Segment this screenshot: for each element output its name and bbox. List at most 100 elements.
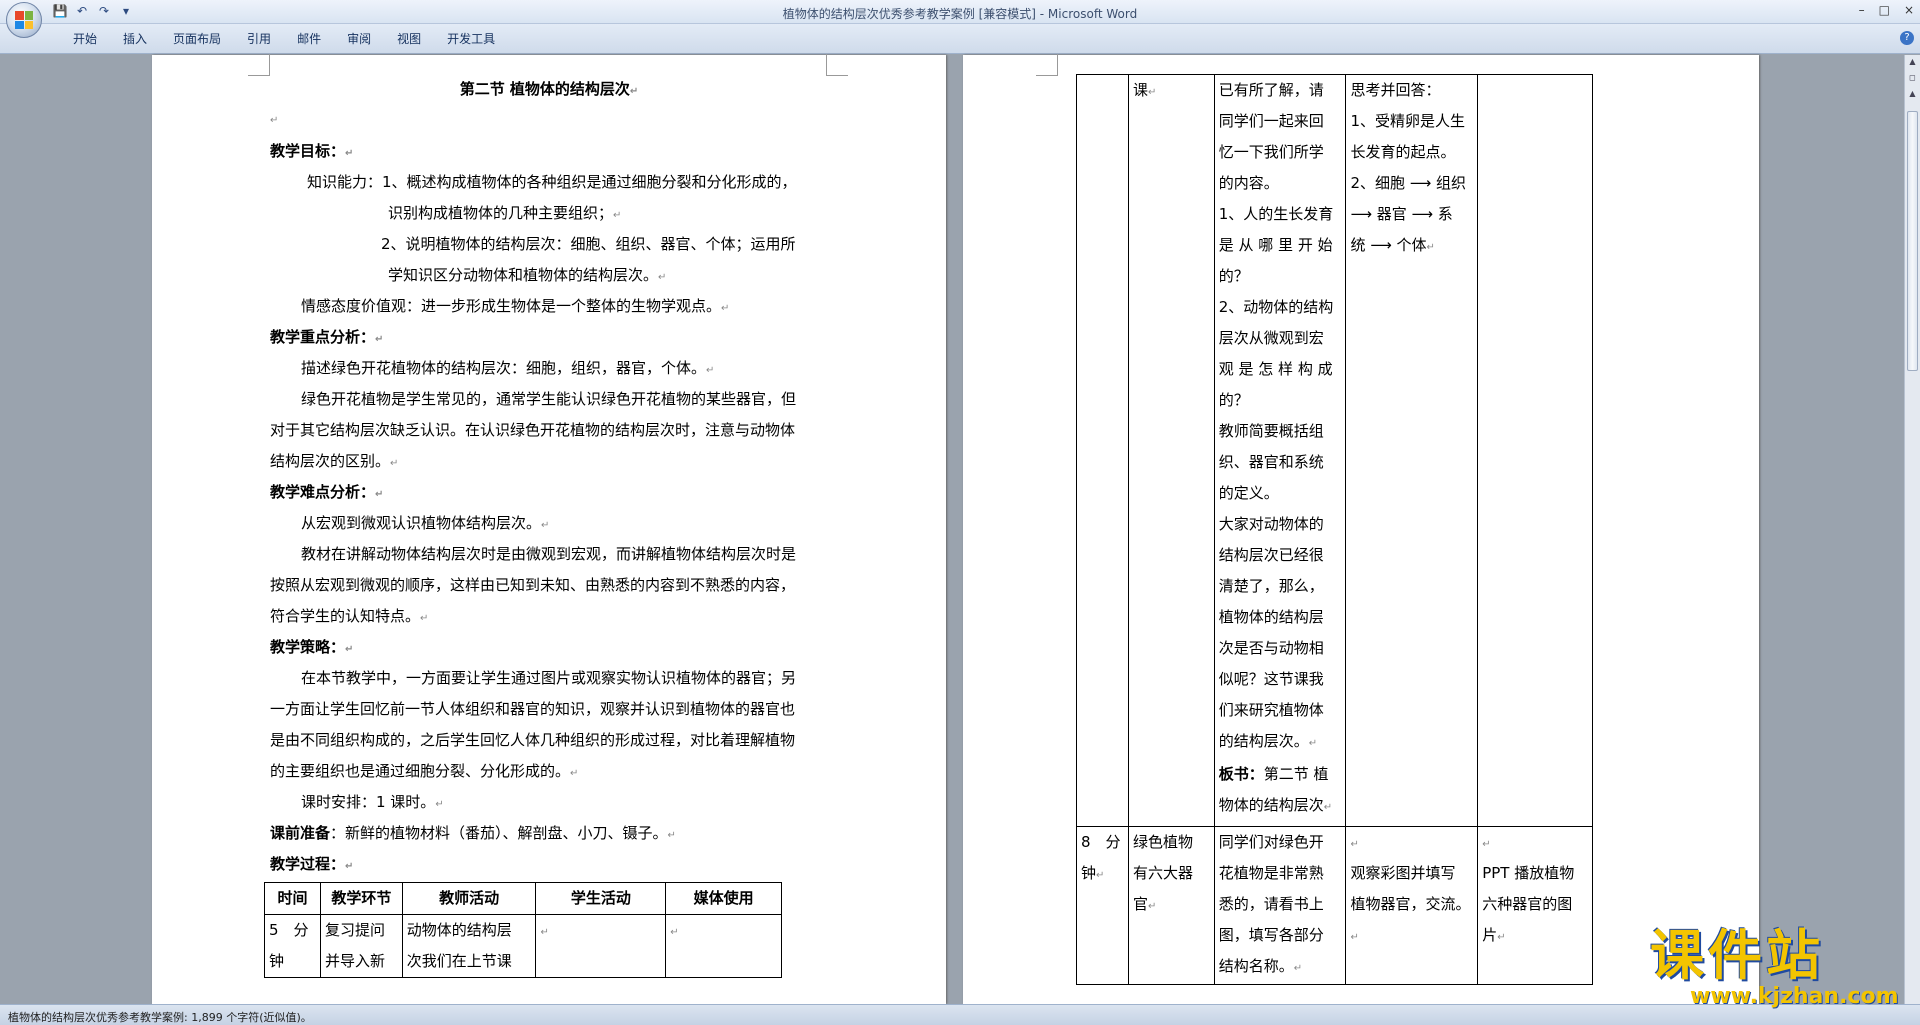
cell-line: 似呢？这节课我 (1218, 670, 1324, 688)
cell-line: 结构名称。↵ (1218, 957, 1303, 975)
table-header-cell: 时间 (264, 882, 321, 915)
goal-line: 知识能力：1、概述构成植物体的各种组织是通过细胞分裂和分化形成的， (307, 173, 797, 191)
table-cell: ↵ 观察彩图并填写 植物器官，交流。↵ (1345, 826, 1479, 985)
key-heading: 教学重点分析：↵ (270, 328, 384, 346)
vertical-scrollbar[interactable]: ▲ ◻ ▲ (1904, 55, 1920, 1004)
cell-line: 长发育的起点。 (1350, 143, 1456, 161)
table-header-cell: 学生活动 (535, 882, 667, 915)
table-row: 8 分钟↵ 绿色植物 有六大器 官↵ 同学们对绿色开 花植物是非常熟 悉的，请看书上 图，… (1076, 826, 1593, 985)
help-icon[interactable]: ? (1900, 31, 1914, 45)
document-page-1[interactable]: 第二节 植物体的结构层次↵ ↵ 教学目标：↵ 知识能力：1、概述构成植物体的各种… (152, 54, 946, 1004)
cell-line: 绿色植物 (1132, 833, 1193, 851)
cell-line: 们来研究植物体 (1218, 701, 1324, 719)
tab-review[interactable]: 审阅 (334, 30, 384, 48)
maximize-button[interactable]: □ (1879, 3, 1890, 17)
close-button[interactable]: × (1904, 3, 1914, 17)
crop-mark (826, 54, 848, 76)
cell-line: 的定义。 (1218, 484, 1279, 502)
cell-line: 观察彩图并填写 (1350, 864, 1456, 882)
goal-line: 2、说明植物体的结构层次：细胞、组织、器官、个体；运用所 (381, 235, 796, 253)
table-cell: 5 分钟 (264, 914, 321, 978)
student-activity: 思考并回答： 1、受精卵是人生 长发育的起点。 2、细胞 ⟶ 组织 ⟶ 器官 ⟶ 系统 … (1350, 75, 1473, 263)
table-row: 5 分钟 复习提问 并导入新 动物体的结构层 次我们在上节课 ↵ ↵ (264, 914, 782, 978)
document-page-2[interactable]: 课↵ 已有所了解，请 同学们一起来回 忆一下我们所学 的内容。 1、人的生长发育是 从 … (963, 54, 1759, 1004)
table-cell: ↵ (535, 914, 667, 978)
cell-line: 2、细胞 ⟶ 组织 (1350, 174, 1467, 192)
title-bar: 💾 ↶ ↷ ▾ 植物体的结构层次优秀参考教学案例 [兼容模式] - Micros… (0, 0, 1920, 24)
cell-line: 的内容。 (1218, 174, 1279, 192)
board-writing: 板书：第二节 植 (1218, 765, 1329, 783)
cell-line: 统 ⟶ 个体↵ (1350, 236, 1435, 254)
key-line: 绿色开花植物是学生常见的，通常学生能认识绿色开花植物的某些器官，但 (301, 390, 797, 408)
window-controls: – □ × (1859, 3, 1914, 17)
cell-line: 结构层次已经很 (1218, 546, 1324, 564)
difficulty-line: 从宏观到微观认识植物体结构层次。↵ (301, 514, 550, 532)
goal-line: 情感态度价值观：进一步形成生物体是一个整体的生物学观点。↵ (301, 297, 730, 315)
student-activity: ↵ 观察彩图并填写 植物器官，交流。↵ (1350, 827, 1473, 953)
strategy-heading: 教学策略：↵ (270, 638, 354, 656)
cell-line: 图，填写各部分 (1218, 926, 1324, 944)
cell-line: 观 是 怎 样 构 成 (1218, 360, 1333, 378)
table-cell: 思考并回答： 1、受精卵是人生 长发育的起点。 2、细胞 ⟶ 组织 ⟶ 器官 ⟶ 系统 … (1345, 74, 1479, 827)
difficulty-line: 符合学生的认知特点。↵ (270, 607, 429, 625)
goal-line: 学知识区分动物体和植物体的结构层次。↵ (388, 266, 667, 284)
minimize-button[interactable]: – (1859, 3, 1865, 17)
process-heading: 教学过程：↵ (270, 855, 354, 873)
scroll-up-icon[interactable]: ▲ (1907, 89, 1918, 101)
cell-line: 清楚了，那么， (1218, 577, 1324, 595)
cell-line: 织、器官和系统 (1218, 453, 1324, 471)
tab-developer[interactable]: 开发工具 (434, 30, 508, 48)
media-cell: ↵ PPT 播放植物 六种器官的图 片↵ (1482, 827, 1588, 953)
table-cell: 绿色植物 有六大器 官↵ (1127, 826, 1215, 985)
teacher-activity: 同学们对绿色开 花植物是非常熟 悉的，请看书上 图，填写各部分 结构名称。↵ (1219, 827, 1342, 984)
crop-mark (1036, 54, 1058, 76)
office-button[interactable] (6, 2, 42, 38)
cell-line: 官↵ (1132, 895, 1157, 913)
cell-line: ↵ (1350, 839, 1359, 850)
scroll-up-icon[interactable]: ▲ (1907, 57, 1918, 69)
table-header-cell: 媒体使用 (665, 882, 782, 915)
scroll-thumb[interactable] (1907, 111, 1918, 371)
stage-cell: 绿色植物 有六大器 官↵ (1133, 827, 1210, 922)
tab-home[interactable]: 开始 (60, 30, 110, 48)
cell-line: 悉的，请看书上 (1218, 895, 1324, 913)
table-cell: 已有所了解，请 同学们一起来回 忆一下我们所学 的内容。 1、人的生长发育是 从 哪 里… (1213, 74, 1347, 827)
cell-line: PPT 播放植物 (1482, 864, 1575, 882)
tab-mailings[interactable]: 邮件 (284, 30, 334, 48)
table-cell: ↵ PPT 播放植物 六种器官的图 片↵ (1477, 826, 1593, 985)
tab-page-layout[interactable]: 页面布局 (160, 30, 234, 48)
tab-view[interactable]: 视图 (384, 30, 434, 48)
table-cell (1076, 74, 1129, 827)
status-text: 植物体的结构层次优秀参考教学案例: 1,899 个字符(近似值)。 (8, 1011, 312, 1024)
ruler-toggle-icon[interactable]: ◻ (1907, 73, 1918, 85)
strategy-line: 在本节教学中，一方面要让学生通过图片或观察实物认识植物体的器官；另 (301, 669, 797, 687)
goal-heading: 教学目标：↵ (270, 142, 354, 160)
prep-line: 课前准备：新鲜的植物材料（番茄）、解剖盘、小刀、镊子。↵ (270, 824, 676, 842)
tab-references[interactable]: 引用 (234, 30, 284, 48)
cell-line: ⟶ 器官 ⟶ 系 (1350, 205, 1453, 223)
tab-insert[interactable]: 插入 (110, 30, 160, 48)
strategy-line: 是由不同组织构成的，之后学生回忆人体几种组织的形成过程，对比着理解植物 (270, 731, 796, 749)
watermark-url: www.kjzhan.com (1690, 984, 1899, 1009)
cell-line: 8 分 (1081, 833, 1121, 851)
watermark-title: 课件站 (1650, 923, 1824, 987)
ribbon-tabs: 开始 插入 页面布局 引用 邮件 审阅 视图 开发工具 (60, 30, 508, 48)
document-title: 第二节 植物体的结构层次↵ (459, 80, 639, 98)
strategy-line: 一方面让学生回忆前一节人体组织和器官的知识，观察并认识到植物体的器官也 (270, 700, 796, 718)
cell-line: 片↵ (1482, 926, 1506, 944)
table-header-cell: 教师活动 (401, 882, 537, 915)
table-cell: ↵ (665, 914, 782, 978)
window-title: 植物体的结构层次优秀参考教学案例 [兼容模式] - Microsoft Word (782, 7, 1138, 21)
table-row: 课↵ 已有所了解，请 同学们一起来回 忆一下我们所学 的内容。 1、人的生长发育是 从 … (1076, 74, 1593, 827)
board-writing: 物体的结构层次↵ (1218, 796, 1333, 814)
teacher-activity: 已有所了解，请 同学们一起来回 忆一下我们所学 的内容。 1、人的生长发育是 从 哪 里… (1219, 75, 1342, 759)
key-line: 对于其它结构层次缺乏认识。在认识绿色开花植物的结构层次时，注意与动物体 (270, 421, 796, 439)
cell-line: 同学们一起来回 (1218, 112, 1324, 130)
table-cell: 课↵ (1127, 74, 1215, 827)
strategy-line: 的主要组织也是通过细胞分裂、分化形成的。↵ (270, 762, 579, 780)
cell-line: 是 从 哪 里 开 始 (1218, 236, 1333, 254)
ribbon: 开始 插入 页面布局 引用 邮件 审阅 视图 开发工具 ? (0, 24, 1920, 54)
process-table: 时间 教学环节 教师活动 学生活动 媒体使用 5 分钟 复习提问 并导入新 动物体… (264, 882, 782, 978)
difficulty-heading: 教学难点分析：↵ (270, 483, 384, 501)
cell-line: 次是否与动物相 (1218, 639, 1324, 657)
